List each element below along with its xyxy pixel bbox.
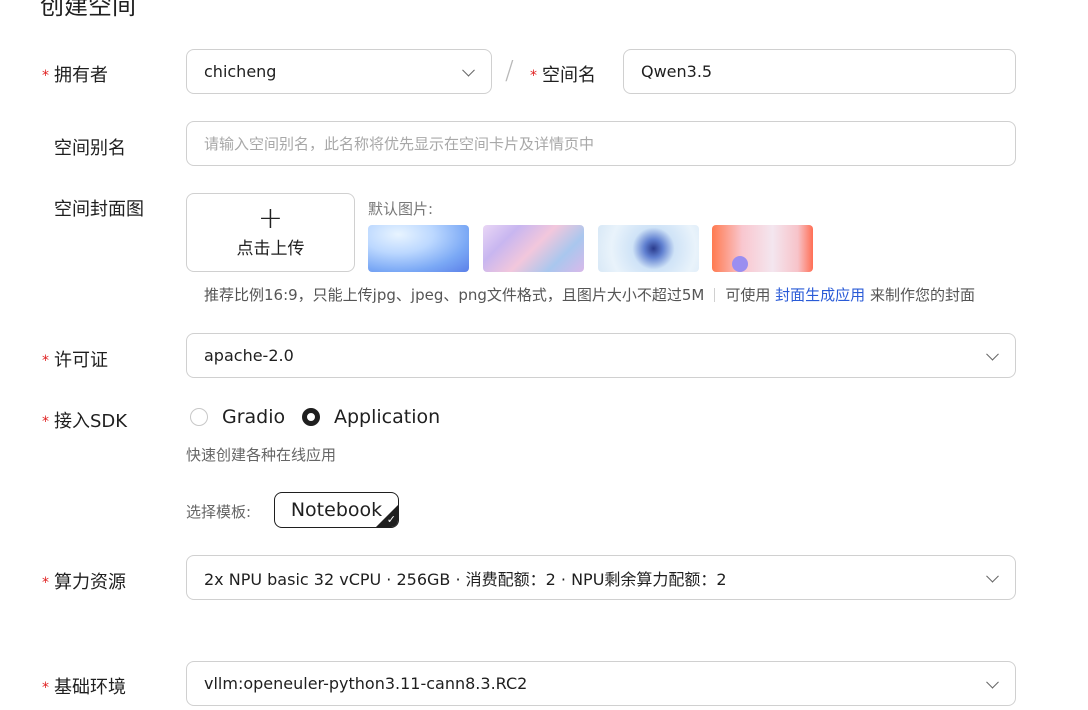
page-title: 创建空间	[40, 0, 136, 20]
sdk-label-text: 接入SDK	[54, 411, 128, 432]
owner-value: chicheng	[204, 62, 277, 81]
cover-hint-suffix: 来制作您的封面	[869, 286, 975, 304]
license-label-text: 许可证	[54, 350, 108, 371]
chevron-down-icon	[986, 347, 999, 361]
base-env-select[interactable]: vllm:openeuler-python3.11-cann8.3.RC2	[186, 661, 1016, 706]
default-cover-image-1[interactable]	[368, 225, 469, 272]
alias-label: 空间别名	[54, 138, 126, 159]
template-option-notebook[interactable]: Notebook ✓	[274, 492, 399, 528]
compute-select[interactable]: 2x NPU basic 32 vCPU · 256GB · 消费配额：2 · …	[186, 555, 1016, 600]
chevron-down-icon	[462, 63, 475, 77]
separator-slash: /	[505, 56, 514, 86]
required-mark: *	[530, 68, 537, 84]
space-name-input[interactable]: Qwen3.5	[623, 49, 1016, 94]
license-select[interactable]: apache-2.0	[186, 333, 1016, 378]
decorative-dot	[732, 256, 748, 272]
check-icon: ✓	[386, 513, 396, 526]
base-env-label: * 基础环境	[42, 673, 126, 699]
required-mark: *	[42, 414, 49, 430]
alias-placeholder: 请输入空间别名，此名称将优先显示在空间卡片及详情页中	[204, 135, 595, 153]
sdk-label: * 接入SDK	[42, 407, 127, 433]
chevron-down-icon	[986, 675, 999, 689]
hint-divider	[714, 288, 716, 302]
sdk-option-application-label: Application	[334, 406, 441, 428]
sdk-option-application[interactable]: Application	[302, 406, 440, 428]
radio-checked-icon	[302, 408, 320, 426]
owner-label: * 拥有者	[42, 61, 108, 87]
owner-select[interactable]: chicheng	[186, 49, 492, 94]
space-name-label-text: 空间名	[542, 65, 596, 86]
radio-unchecked-icon	[190, 408, 208, 426]
space-name-label: * 空间名	[530, 61, 596, 87]
cover-label: 空间封面图	[54, 199, 144, 220]
cover-hint-text: 推荐比例16:9，只能上传jpg、jpeg、png文件格式，且图片大小不超过5M	[204, 286, 705, 304]
upload-button[interactable]: + 点击上传	[186, 193, 355, 272]
sdk-option-gradio[interactable]: Gradio	[190, 406, 285, 428]
required-mark: *	[42, 575, 49, 591]
default-images-label: 默认图片:	[368, 200, 434, 218]
compute-value: 2x NPU basic 32 vCPU · 256GB · 消费配额：2 · …	[204, 569, 727, 589]
compute-label: * 算力资源	[42, 568, 126, 594]
cover-hint-prefix: 可使用	[725, 286, 771, 304]
chevron-down-icon	[986, 569, 999, 583]
compute-label-text: 算力资源	[54, 572, 126, 593]
space-name-value: Qwen3.5	[641, 62, 713, 81]
sdk-option-gradio-label: Gradio	[222, 406, 286, 428]
upload-label: 点击上传	[236, 239, 305, 259]
sdk-description: 快速创建各种在线应用	[186, 446, 337, 464]
required-mark: *	[42, 68, 49, 84]
license-label: * 许可证	[42, 346, 108, 372]
template-label: 选择模板:	[186, 503, 252, 521]
required-mark: *	[42, 680, 49, 696]
base-env-value: vllm:openeuler-python3.11-cann8.3.RC2	[204, 674, 528, 693]
owner-label-text: 拥有者	[54, 65, 108, 86]
alias-input[interactable]: 请输入空间别名，此名称将优先显示在空间卡片及详情页中	[186, 121, 1016, 166]
default-cover-image-4[interactable]	[712, 225, 813, 272]
template-option-notebook-label: Notebook	[290, 499, 383, 521]
default-cover-image-2[interactable]	[483, 225, 584, 272]
cover-hint: 推荐比例16:9，只能上传jpg、jpeg、png文件格式，且图片大小不超过5M…	[204, 284, 975, 305]
plus-icon: +	[257, 201, 284, 236]
base-env-label-text: 基础环境	[54, 677, 126, 698]
cover-generator-link[interactable]: 封面生成应用	[775, 286, 865, 304]
license-value: apache-2.0	[204, 346, 294, 365]
default-cover-image-3[interactable]	[598, 225, 699, 272]
required-mark: *	[42, 353, 49, 369]
